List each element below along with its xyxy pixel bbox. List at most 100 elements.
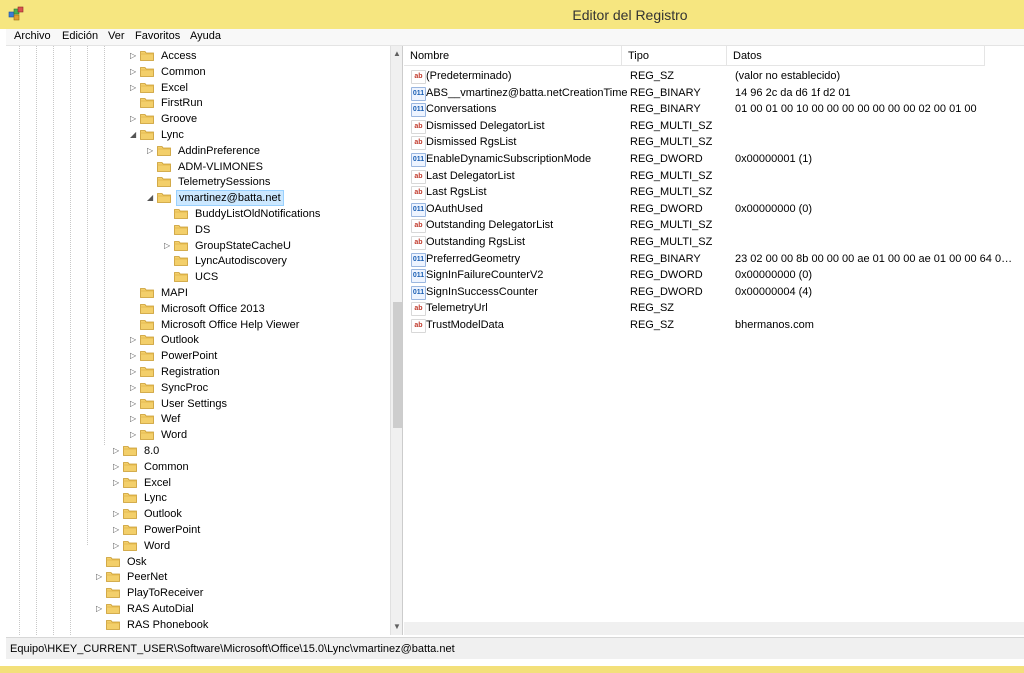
collapsed-arrow-icon[interactable]: ▷ bbox=[96, 569, 106, 585]
folder-icon bbox=[140, 367, 154, 377]
tree-node-label: Common bbox=[144, 460, 189, 473]
string-value-icon: ab bbox=[411, 186, 426, 201]
collapsed-arrow-icon[interactable]: ▷ bbox=[130, 348, 140, 364]
tree-node-label: Word bbox=[144, 539, 171, 552]
value-row[interactable]: 011 SignInFailureCounterV2 REG_DWORD 0x0000… bbox=[404, 267, 1024, 284]
collapsed-arrow-icon[interactable]: ▷ bbox=[130, 427, 140, 443]
value-row[interactable]: 011 OAuthUsed REG_DWORD 0x00000000 (0) bbox=[404, 201, 1024, 217]
value-row[interactable]: ab TelemetryUrl REG_SZ bbox=[404, 300, 1024, 317]
folder-icon bbox=[140, 82, 154, 93]
binary-value-icon: 011 bbox=[411, 285, 426, 300]
title-bar[interactable]: Editor del Registro bbox=[0, 0, 1024, 29]
collapsed-arrow-icon[interactable]: ▷ bbox=[130, 332, 140, 348]
tree-node-label: LyncAutodiscovery bbox=[195, 255, 287, 268]
collapsed-arrow-icon[interactable]: ▷ bbox=[113, 475, 123, 491]
value-row[interactable]: ab Dismissed DelegatorList REG_MULTI_SZ bbox=[404, 118, 1024, 134]
tree-scroll-thumb[interactable] bbox=[393, 302, 402, 428]
value-row[interactable]: ab Last RgsList REG_MULTI_SZ bbox=[404, 184, 1024, 201]
folder-icon bbox=[123, 525, 137, 535]
tree-node-label: PlayToReceiver bbox=[127, 587, 204, 600]
value-row[interactable]: ab TrustModelData REG_SZ bhermanos.com bbox=[404, 317, 1024, 333]
expanded-arrow-icon[interactable]: ◢ bbox=[130, 127, 140, 143]
collapsed-arrow-icon[interactable]: ▷ bbox=[130, 80, 140, 96]
value-row[interactable]: ab Last DelegatorList REG_MULTI_SZ bbox=[404, 168, 1024, 184]
tree-node-label: Wef bbox=[161, 413, 181, 426]
value-row[interactable]: 011 EnableDynamicSubscriptionMode REG_DWOR… bbox=[404, 151, 1024, 167]
collapsed-arrow-icon[interactable]: ▷ bbox=[130, 364, 140, 380]
values-horizontal-scrollbar[interactable] bbox=[404, 622, 1024, 635]
collapsed-arrow-icon[interactable]: ▷ bbox=[113, 506, 123, 522]
value-row[interactable]: 011 ABS__vmartinez@batta.netCreationTime R… bbox=[404, 85, 1024, 101]
column-header-type[interactable]: Tipo bbox=[622, 46, 727, 66]
value-row[interactable]: ab Outstanding DelegatorList REG_MULTI_SZ bbox=[404, 217, 1024, 234]
folder-icon bbox=[106, 556, 120, 567]
value-name: Last DelegatorList bbox=[426, 169, 515, 182]
collapsed-arrow-icon[interactable]: ▷ bbox=[113, 459, 123, 475]
collapsed-arrow-icon[interactable]: ▷ bbox=[130, 396, 140, 412]
folder-icon bbox=[140, 351, 154, 362]
values-list-pane[interactable]: Nombre Tipo Datos ab (Predeterminado) REG_… bbox=[404, 46, 1024, 635]
window-title: Editor del Registro bbox=[572, 7, 688, 23]
folder-icon bbox=[157, 177, 171, 188]
tree-node-label: Microsoft Office Help Viewer bbox=[161, 318, 300, 331]
value-row[interactable]: 011 PreferredGeometry REG_BINARY 23 02 00 0… bbox=[404, 251, 1024, 267]
value-row[interactable]: 011 SignInSuccessCounter REG_DWORD 0x000000… bbox=[404, 284, 1024, 300]
folder-icon bbox=[123, 477, 137, 488]
collapsed-arrow-icon[interactable]: ▷ bbox=[130, 380, 140, 396]
collapsed-arrow-icon[interactable]: ▷ bbox=[130, 411, 140, 427]
collapsed-arrow-icon[interactable]: ▷ bbox=[96, 601, 106, 617]
column-header-name[interactable]: Nombre bbox=[404, 46, 622, 66]
tree-node-label: Microsoft Office 2013 bbox=[161, 302, 265, 315]
expanded-arrow-icon[interactable]: ◢ bbox=[147, 190, 157, 206]
folder-icon bbox=[140, 98, 154, 109]
binary-value-icon: 011 bbox=[411, 202, 426, 217]
tree-node-label: Osk bbox=[127, 555, 147, 568]
tree-node-label: ADM-VLIMONES bbox=[178, 160, 263, 173]
folder-icon bbox=[140, 288, 154, 298]
collapsed-arrow-icon[interactable]: ▷ bbox=[147, 143, 157, 159]
string-value-icon: ab bbox=[411, 169, 426, 184]
folder-icon bbox=[106, 572, 120, 583]
key-tree-pane[interactable]: ▷ Access ▷ Common ▷ Excel FirstRun ▷ Groove ◢ Lync… bbox=[6, 46, 403, 635]
menu-bar: Archivo Edición Ver Favoritos Ayuda bbox=[6, 29, 1024, 46]
tree-node-label: AddinPreference bbox=[178, 144, 260, 157]
value-row[interactable]: ab Dismissed RgsList REG_MULTI_SZ bbox=[404, 134, 1024, 151]
value-row[interactable]: ab Outstanding RgsList REG_MULTI_SZ bbox=[404, 234, 1024, 250]
value-data: 0x00000004 (4) bbox=[735, 285, 813, 298]
value-type: REG_MULTI_SZ bbox=[630, 236, 713, 248]
menu-archivo[interactable]: Archivo bbox=[14, 30, 51, 42]
scroll-up-arrow-icon[interactable]: ▲ bbox=[391, 48, 402, 60]
folder-icon bbox=[174, 224, 188, 235]
value-name: Dismissed DelegatorList bbox=[426, 119, 545, 132]
value-row[interactable]: ab (Predeterminado) REG_SZ (valor no establ… bbox=[404, 68, 1024, 84]
collapsed-arrow-icon[interactable]: ▷ bbox=[113, 443, 123, 459]
binary-value-icon: 011 bbox=[411, 269, 426, 284]
value-type: REG_BINARY bbox=[630, 86, 701, 99]
tree-vertical-scrollbar[interactable]: ▲ ▼ bbox=[390, 46, 402, 635]
value-row[interactable]: 011 Conversations REG_BINARY 01 00 01 00 10… bbox=[404, 101, 1024, 118]
tree-node-label: TelemetrySessions bbox=[178, 176, 271, 189]
scroll-down-arrow-icon[interactable]: ▼ bbox=[391, 621, 402, 633]
menu-ayuda[interactable]: Ayuda bbox=[190, 30, 221, 42]
column-header-data[interactable]: Datos bbox=[727, 46, 985, 66]
value-data: 23 02 00 00 8b 00 00 00 ae 01 00 00 ae 0… bbox=[735, 252, 1013, 265]
collapsed-arrow-icon[interactable]: ▷ bbox=[130, 64, 140, 80]
folder-icon bbox=[123, 540, 137, 551]
value-name: PreferredGeometry bbox=[426, 252, 521, 265]
binary-value-icon: 011 bbox=[411, 103, 426, 118]
collapsed-arrow-icon[interactable]: ▷ bbox=[113, 522, 123, 538]
value-name: (Predeterminado) bbox=[426, 70, 512, 82]
tree-node-label: Outlook bbox=[144, 508, 182, 521]
tree-node-label: Registration bbox=[161, 366, 220, 378]
folder-icon bbox=[140, 430, 154, 441]
menu-edicion[interactable]: Edición bbox=[62, 30, 98, 42]
collapsed-arrow-icon[interactable]: ▷ bbox=[113, 538, 123, 554]
collapsed-arrow-icon[interactable]: ▷ bbox=[164, 238, 174, 254]
tree-node-label: SyncProc bbox=[161, 381, 209, 394]
folder-icon bbox=[140, 382, 154, 393]
menu-ver[interactable]: Ver bbox=[108, 30, 125, 42]
collapsed-arrow-icon[interactable]: ▷ bbox=[130, 111, 140, 127]
menu-favoritos[interactable]: Favoritos bbox=[135, 30, 180, 42]
folder-icon bbox=[106, 619, 120, 630]
collapsed-arrow-icon[interactable]: ▷ bbox=[130, 48, 140, 64]
